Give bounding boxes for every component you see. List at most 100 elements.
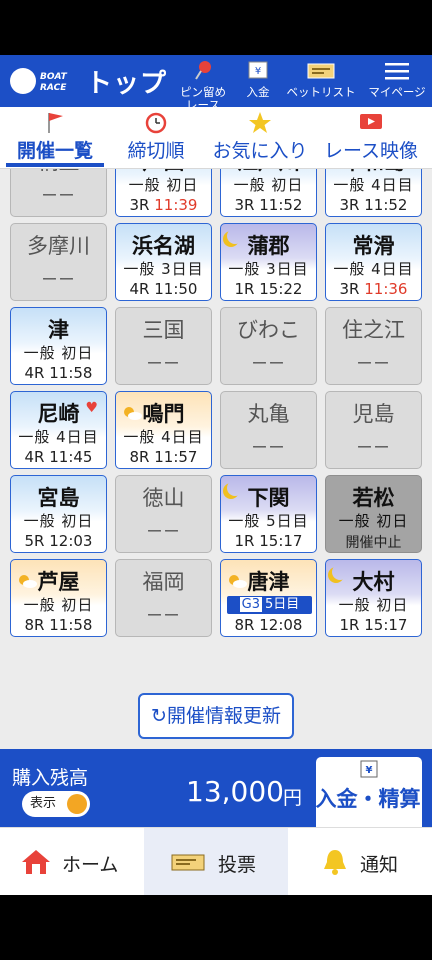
venue-grade: 一般 初日 xyxy=(338,596,409,614)
venue-name: 多摩川 xyxy=(27,234,90,258)
venue-card[interactable]: 浜名湖 一般 3日目 4R 11:50 xyxy=(115,223,212,301)
venue-card[interactable]: 宮島 一般 初日 5R 12:03 xyxy=(10,475,107,553)
balance-bar: 購入残高 表示 13,000 円 ¥ 入金・精算 xyxy=(0,749,432,829)
nav-home-label: ホーム xyxy=(62,854,119,876)
tab-deadline[interactable]: 締切順 xyxy=(118,107,194,169)
venue-next-race: 3R 11:39 xyxy=(116,196,211,214)
nav-vote-label: 投票 xyxy=(218,854,257,876)
venue-card: びわこ ーー xyxy=(220,307,317,385)
venue-card[interactable]: 津一般 初日 4R 11:58 xyxy=(10,307,107,385)
venue-next-race: 4R 11:58 xyxy=(11,364,106,382)
tab-deadline-label: 締切順 xyxy=(127,140,185,162)
venue-no-race: ーー xyxy=(146,522,181,541)
race-deadline: 11:50 xyxy=(154,280,198,298)
venue-name: 芦屋 xyxy=(37,570,80,594)
race-deadline: 12:08 xyxy=(259,616,303,634)
tab-schedule[interactable]: 開催一覧 xyxy=(6,107,104,169)
venue-grade: 一般 4日目 xyxy=(333,176,414,194)
venue-name: 三国 xyxy=(142,318,185,342)
show-balance-toggle[interactable]: 表示 xyxy=(22,791,90,817)
venue-next-race: 4R 11:50 xyxy=(116,280,211,298)
venue-next-race: 4R 11:45 xyxy=(11,448,106,466)
race-number: 8R xyxy=(129,448,150,466)
venue-grade: 一般 4日目 xyxy=(123,428,204,446)
venue-grade: 一般 4日目 xyxy=(333,260,414,278)
venue-card: 福岡 ーー xyxy=(115,559,212,637)
flag-icon xyxy=(6,107,104,139)
venue-next-race: 3R 11:52 xyxy=(326,196,421,214)
venue-name: 住之江 xyxy=(342,318,405,342)
deposit-settle-button[interactable]: ¥ 入金・精算 xyxy=(316,757,422,829)
deposit-icon: ¥ xyxy=(316,759,422,783)
venue-name: 浜名湖 xyxy=(132,234,195,258)
venue-name: 常滑 xyxy=(352,234,395,258)
mypage-button[interactable]: マイページ xyxy=(364,59,430,99)
tab-race-video-label: レース映像 xyxy=(323,140,419,162)
race-number: 1R xyxy=(234,280,255,298)
grade-badge-grade: G3 xyxy=(239,597,263,612)
nav-vote[interactable]: 投票 xyxy=(144,828,288,895)
tab-race-video[interactable]: レース映像 xyxy=(318,107,424,169)
venue-next-race: 8R 11:58 xyxy=(11,616,106,634)
venue-card: 若松 一般 初日 開催中止 xyxy=(325,475,422,553)
venue-grade: 一般 初日 xyxy=(23,512,94,530)
race-deadline: 11:52 xyxy=(364,196,408,214)
venue-card[interactable]: 大村 一般 初日 1R 15:17 xyxy=(325,559,422,637)
venue-card[interactable]: ♥ 尼崎 一般 4日目 4R 11:45 xyxy=(10,391,107,469)
venue-card: 住之江 ーー xyxy=(325,307,422,385)
venue-no-race: ーー xyxy=(251,354,286,373)
betlist-label: ベットリスト xyxy=(286,85,356,99)
venue-card[interactable]: 戸田一般 初日3R 11:39 xyxy=(115,169,212,217)
venue-card[interactable]: 江戸川一般 初日3R 11:52 xyxy=(220,169,317,217)
venue-grade: 一般 初日 xyxy=(233,176,304,194)
boatrace-logo[interactable]: BOAT RACE xyxy=(10,66,80,96)
pinned-races-button[interactable]: ピン留め レース xyxy=(172,59,234,107)
ticket-icon xyxy=(170,848,205,876)
venue-next-race: 1R 15:17 xyxy=(326,616,421,634)
venue-name: 若松 xyxy=(352,486,395,510)
venue-card[interactable]: 平和島一般 4日目3R 11:52 xyxy=(325,169,422,217)
race-deadline: 11:45 xyxy=(49,448,93,466)
race-deadline: 15:17 xyxy=(259,532,303,550)
refresh-info-button[interactable]: ↻開催情報更新 xyxy=(138,693,294,739)
balance-label: 購入残高 xyxy=(12,767,89,789)
venue-next-race: 1R 15:17 xyxy=(221,532,316,550)
tab-schedule-label: 開催一覧 xyxy=(6,139,104,167)
race-deadline: 11:58 xyxy=(49,364,93,382)
venue-card: 多摩川 ーー xyxy=(10,223,107,301)
race-deadline: 11:57 xyxy=(154,448,198,466)
race-number: 8R xyxy=(24,616,45,634)
venue-card[interactable]: 蒲郡 一般 3日目 1R 15:22 xyxy=(220,223,317,301)
tab-favorites-label: お気に入り xyxy=(212,140,308,162)
venue-card[interactable]: 下関 一般 5日目 1R 15:17 xyxy=(220,475,317,553)
balance-amount: 13,000 xyxy=(186,775,284,808)
venue-card[interactable]: 常滑一般 4日目 3R 11:36 xyxy=(325,223,422,301)
venue-grade: 一般 初日 xyxy=(128,176,199,194)
deposit-icon: ¥ xyxy=(240,59,276,83)
grade-badge: G3 5日目 xyxy=(227,596,312,614)
betlist-icon xyxy=(284,59,358,83)
venue-no-race: ーー xyxy=(251,438,286,457)
nav-notice[interactable]: 通知 xyxy=(288,828,432,895)
venue-next-race: 3R 11:36 xyxy=(326,280,421,298)
nav-home[interactable]: ホーム xyxy=(0,828,144,895)
venue-name: 蒲郡 xyxy=(247,234,290,258)
venue-card[interactable]: 芦屋 一般 初日 8R 11:58 xyxy=(10,559,107,637)
refresh-icon: ↻ xyxy=(151,705,167,727)
venue-next-race: 5R 12:03 xyxy=(11,532,106,550)
app: BOAT RACE トップ ピン留め レース ¥ 入金 ベットリスト マイページ… xyxy=(0,55,432,895)
mypage-label: マイページ xyxy=(368,85,426,99)
venue-name: 唐津 xyxy=(247,570,290,594)
venue-card: 桐生ーー xyxy=(10,169,107,217)
betlist-button[interactable]: ベットリスト xyxy=(284,59,358,99)
tab-favorites[interactable]: お気に入り xyxy=(206,107,314,169)
bottom-nav: ホーム 投票 通知 xyxy=(0,827,432,895)
venue-name: 徳山 xyxy=(142,486,185,510)
race-number: 3R xyxy=(339,196,360,214)
deposit-button[interactable]: ¥ 入金 xyxy=(240,59,276,99)
venue-card[interactable]: 鳴門 一般 4日目 8R 11:57 xyxy=(115,391,212,469)
venue-card[interactable]: 唐津 G3 5日目 8R 12:08 xyxy=(220,559,317,637)
refresh-label: 開催情報更新 xyxy=(166,705,281,727)
venue-card: 丸亀 ーー xyxy=(220,391,317,469)
race-number: 4R xyxy=(24,448,45,466)
